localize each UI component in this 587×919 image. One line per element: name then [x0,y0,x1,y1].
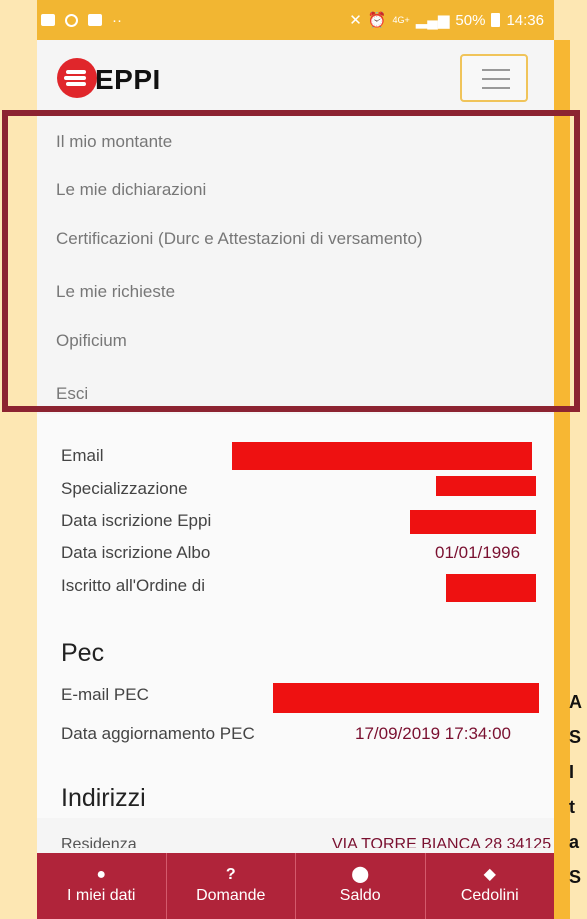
pec-email-redaction [273,683,539,713]
nav-saldo[interactable]: ⬤ Saldo [295,853,425,919]
pec-updated-value: 17/09/2019 17:34:00 [355,724,511,743]
signal-label: 4G+ [392,15,410,25]
logo-text: EPPI [95,64,161,95]
battery-percent: 50% [455,11,486,29]
piggy-bank-icon: ◆ [483,866,496,883]
nav-label: Saldo [339,887,381,904]
map-pin-icon: ⬤ [351,866,370,883]
profile-content: Email Specializzazione Data iscrizione E… [37,414,554,818]
pec-title: Pec [61,639,105,667]
email-redaction [232,442,532,470]
nav-label: I miei dati [67,887,136,904]
menu-item-certificazioni[interactable]: Certificazioni (Durc e Attestazioni di v… [56,229,423,249]
data-iscrizione-eppi-label: Data iscrizione Eppi [61,511,212,530]
indirizzi-title: Indirizzi [61,784,146,812]
more-dots-icon: ·· [112,11,122,29]
app-header: EPPI [37,40,554,112]
side-text-line: A [569,692,582,712]
ordine-redaction [446,574,536,602]
menu-item-montante[interactable]: Il mio montante [56,132,172,152]
menu-item-opificium[interactable]: Opificium [56,331,127,351]
clock: 14:36 [506,11,544,29]
phone-screen: ·· ✕ ⏰ 4G+ ▂▄▆ 50% 14:36 EPPI Il mio mon… [37,0,554,919]
data-iscrizione-eppi-redaction [410,510,536,534]
side-text-line: t [569,797,575,817]
notification-icon [65,13,78,27]
gallery-icon [41,14,55,26]
ordine-label: Iscritto all'Ordine di [61,576,206,595]
menu-item-dichiarazioni[interactable]: Le mie dichiarazioni [56,180,206,200]
data-iscrizione-albo-value: 01/01/1996 [435,543,521,562]
bottom-navigation: ● I miei dati ? Domande ⬤ Saldo ◆ Cedoli… [37,853,554,919]
nav-label: Cedolini [460,887,519,904]
status-bar: ·· ✕ ⏰ 4G+ ▂▄▆ 50% 14:36 [37,0,554,40]
side-text-line: S [569,727,582,747]
nav-cedolini[interactable]: ◆ Cedolini [424,853,555,919]
specializzazione-label: Specializzazione [61,479,188,498]
side-text-line: I [569,762,575,782]
pec-email-label: E-mail PEC [61,685,149,704]
question-icon: ? [225,866,236,883]
nav-domande[interactable]: ? Domande [165,853,296,919]
side-text-line: S [569,867,582,887]
decorative-side-strip [554,40,570,919]
pec-updated-label: Data aggiornamento PEC [61,724,255,743]
menu-toggle-button[interactable] [460,54,528,102]
alarm-icon: ⏰ [367,12,387,29]
menu-item-richieste[interactable]: Le mie richieste [56,282,175,302]
data-iscrizione-albo-label: Data iscrizione Albo [61,543,211,562]
nav-i-miei-dati[interactable]: ● I miei dati [37,853,166,919]
email-label: Email [61,446,104,465]
eppi-logo-icon [57,58,97,98]
signal-icon: ▂▄▆ [415,12,450,29]
message-icon [88,14,102,26]
menu-item-esci[interactable]: Esci [56,384,88,404]
battery-icon [491,13,501,27]
hamburger-icon [482,69,510,71]
mute-icon: ✕ [349,12,362,29]
specializzazione-redaction [436,476,536,496]
dropdown-menu: Il mio montante Le mie dichiarazioni Cer… [37,116,554,414]
nav-label: Domande [196,887,266,904]
residenza-value: VIA TORRE BIANCA 28 34125 [332,836,552,853]
user-icon: ● [96,866,107,883]
side-text-line: a [569,832,580,852]
residenza-label: Residenza [61,836,137,853]
